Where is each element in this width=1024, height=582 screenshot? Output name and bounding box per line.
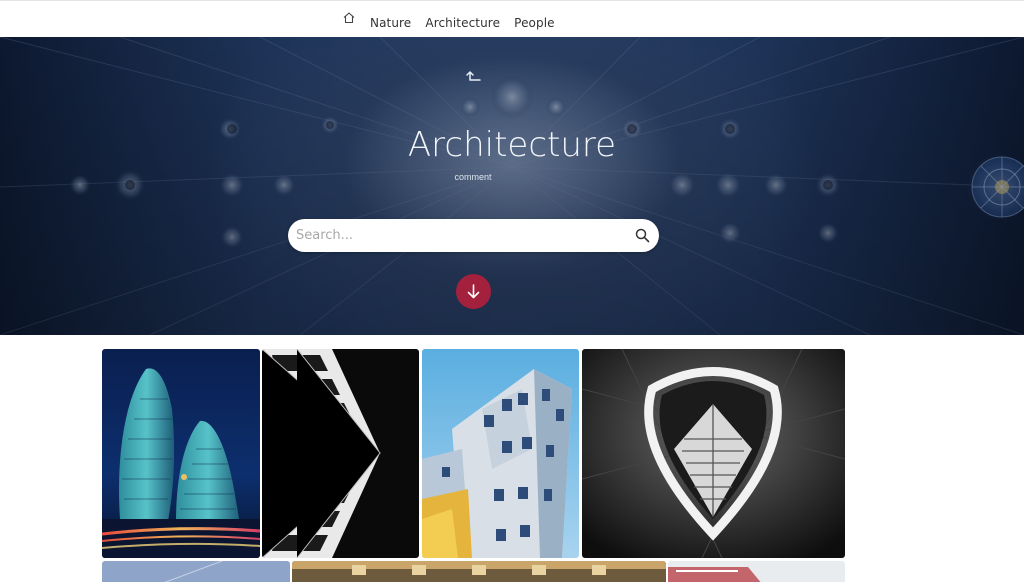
gallery-photo-white-building[interactable] <box>668 561 845 582</box>
page-subtitle: comment <box>454 172 492 182</box>
hero-background-image <box>0 37 1024 335</box>
nav-links: Nature Architecture People <box>370 12 564 30</box>
gallery-photo-tower-in-arch[interactable] <box>582 349 845 558</box>
arrow-down-icon <box>467 284 480 299</box>
search-bar <box>288 219 659 252</box>
search-icon[interactable] <box>635 228 650 243</box>
gallery-photo-sky[interactable] <box>102 561 290 582</box>
page-title: Architecture <box>407 125 617 165</box>
scroll-down-button[interactable] <box>456 274 491 309</box>
gallery-photo-interior-ceiling[interactable] <box>292 561 666 582</box>
nav-link-people[interactable]: People <box>514 16 554 30</box>
home-icon[interactable] <box>341 10 357 26</box>
gallery-photo-deconstructed-building[interactable] <box>422 349 579 558</box>
arrow-up-corner-icon[interactable] <box>464 66 484 86</box>
top-navigation: Nature Architecture People <box>0 0 1024 37</box>
gallery-photo-white-facade[interactable] <box>262 349 419 558</box>
search-input[interactable] <box>296 223 616 247</box>
nav-link-architecture[interactable]: Architecture <box>425 16 500 30</box>
hero-banner: Architecture comment <box>0 37 1024 335</box>
gallery-photo-twin-towers[interactable] <box>102 349 260 558</box>
nav-link-nature[interactable]: Nature <box>370 16 411 30</box>
